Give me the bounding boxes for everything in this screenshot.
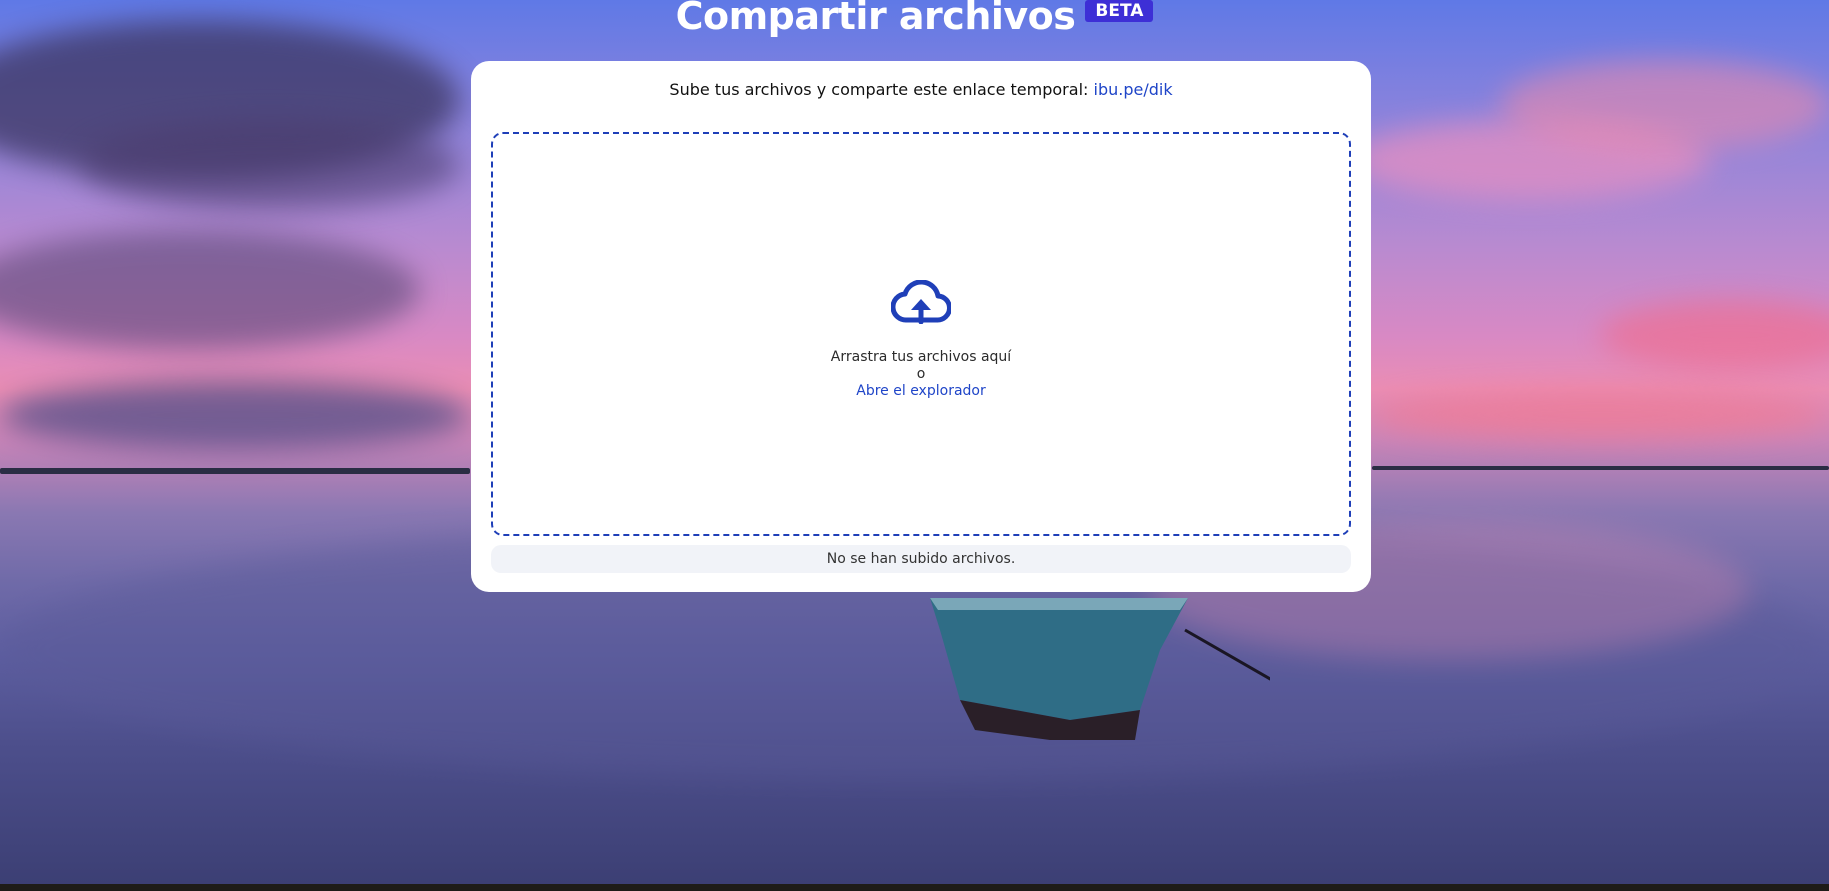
open-explorer-link[interactable]: Abre el explorador: [856, 383, 985, 399]
cloud: [1500, 60, 1829, 150]
beta-badge: BETA: [1085, 0, 1154, 22]
cloud: [0, 380, 470, 450]
share-link[interactable]: ibu.pe/dik: [1094, 80, 1173, 99]
file-dropzone[interactable]: Arrastra tus archivos aquí o Abre el exp…: [491, 132, 1351, 536]
share-instructions-text: Sube tus archivos y comparte este enlace…: [669, 80, 1089, 99]
browse-link-row: Abre el explorador: [493, 383, 1349, 399]
drag-text: Arrastra tus archivos aquí: [830, 349, 1012, 365]
share-instructions: Sube tus archivos y comparte este enlace…: [471, 80, 1371, 99]
upload-status: No se han subido archivos.: [491, 545, 1351, 573]
bottom-strip: [0, 884, 1829, 891]
upload-card: Sube tus archivos y comparte este enlace…: [471, 61, 1371, 592]
or-text: o: [916, 366, 926, 382]
horizon-shoreline: [0, 468, 470, 474]
cloud: [1370, 390, 1829, 440]
page-title: Compartir archivos: [675, 0, 1076, 38]
boat-image: [930, 598, 1270, 740]
cloud: [0, 230, 420, 350]
horizon-shoreline: [1372, 466, 1829, 470]
cloud-upload-icon: [891, 280, 951, 324]
page-header: Compartir archivos BETA: [0, 0, 1829, 38]
cloud: [1600, 300, 1829, 370]
cloud: [80, 120, 460, 210]
